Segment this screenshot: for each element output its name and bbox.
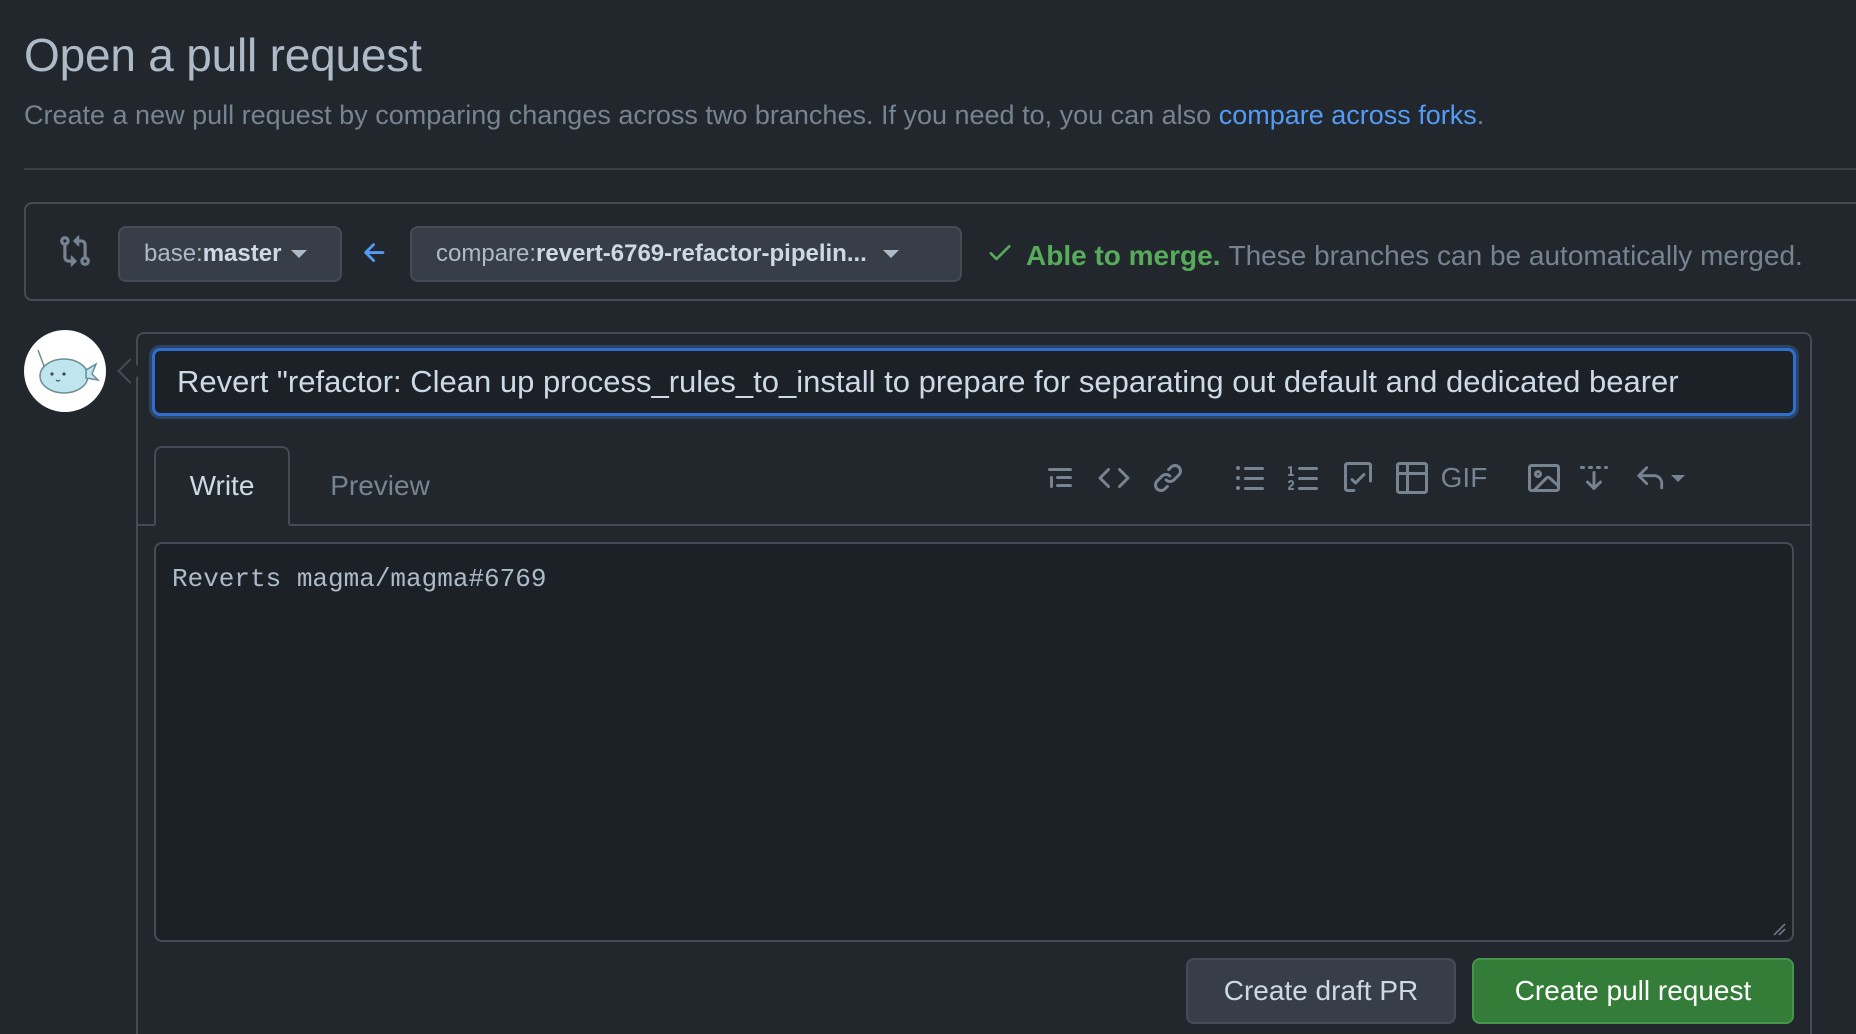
task-list-icon[interactable] [1338, 458, 1378, 498]
merge-status: Able to merge. These branches can be aut… [986, 238, 1803, 273]
subtitle-text: Create a new pull request by comparing c… [24, 100, 1219, 130]
reply-icon[interactable] [1630, 458, 1690, 498]
ordered-list-icon[interactable] [1284, 458, 1324, 498]
arrow-left-icon [360, 238, 390, 268]
fold-down-icon[interactable] [1574, 458, 1614, 498]
tab-write[interactable]: Write [154, 446, 290, 526]
page-title: Open a pull request [24, 29, 422, 81]
merge-message: These branches can be automatically merg… [1228, 239, 1803, 271]
check-icon [986, 238, 1014, 273]
base-branch-name: master [202, 240, 282, 267]
compare-label: compare: [436, 240, 537, 267]
gif-button[interactable]: GIF [1440, 458, 1488, 498]
page: Open a pull request Create a new pull re… [0, 0, 1856, 1034]
pr-body-text: Reverts magma/magma#6769 [172, 564, 547, 594]
table-icon[interactable] [1392, 458, 1432, 498]
avatar[interactable] [24, 330, 106, 412]
compare-across-forks-link[interactable]: compare across forks [1219, 100, 1477, 130]
subtitle-suffix: . [1476, 100, 1485, 130]
able-to-merge-text: Able to merge. [1026, 239, 1221, 271]
chevron-down-icon [291, 250, 308, 258]
pr-body-textarea[interactable]: Reverts magma/magma#6769 [154, 542, 1794, 942]
code-icon[interactable] [1094, 458, 1134, 498]
create-pull-request-button[interactable]: Create pull request [1472, 958, 1794, 1024]
compare-branch-dropdown[interactable]: compare: revert-6769-refactor-pipelin... [410, 226, 962, 282]
heading-icon[interactable] [1040, 458, 1080, 498]
chevron-down-icon [1671, 474, 1685, 482]
image-icon[interactable] [1524, 458, 1564, 498]
base-branch-dropdown[interactable]: base: master [118, 226, 342, 282]
compare-range-bar: base: master compare: revert-6769-refact… [24, 202, 1856, 301]
pr-title-input[interactable] [152, 348, 1796, 416]
page-subtitle: Create a new pull request by comparing c… [24, 100, 1484, 131]
git-compare-icon [58, 234, 92, 268]
markdown-toolbar: GIF [1040, 458, 1800, 498]
divider [24, 168, 1856, 170]
base-label: base: [144, 240, 203, 267]
resize-handle-icon[interactable] [1772, 922, 1786, 936]
narwhal-avatar-icon [37, 349, 101, 394]
unordered-list-icon[interactable] [1230, 458, 1270, 498]
link-icon[interactable] [1148, 458, 1188, 498]
create-draft-pr-button[interactable]: Create draft PR [1186, 958, 1456, 1024]
tab-preview[interactable]: Preview [310, 446, 450, 526]
compare-branch-name: revert-6769-refactor-pipelin... [536, 240, 867, 267]
chevron-down-icon [882, 250, 899, 258]
